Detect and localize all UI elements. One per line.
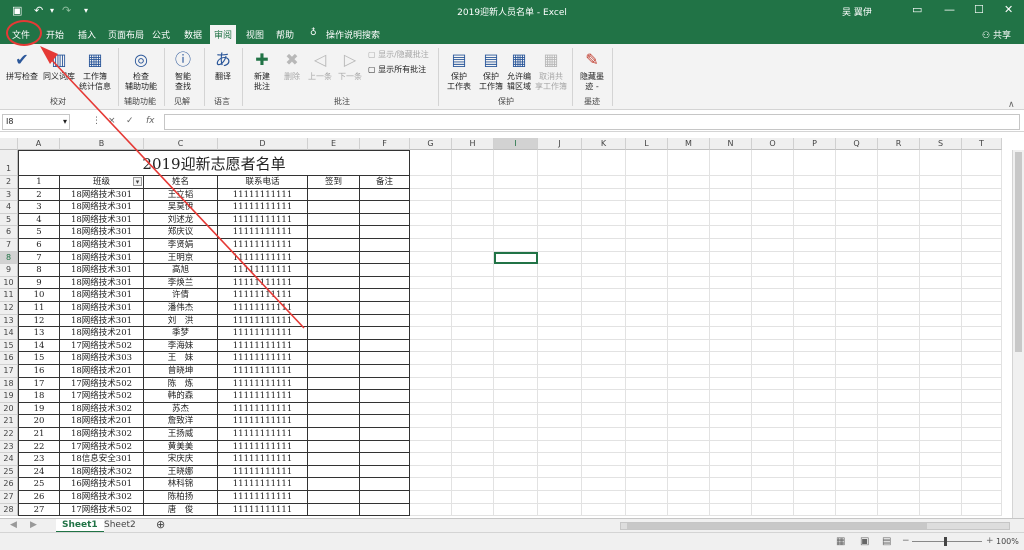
annotation-arrow [40, 46, 305, 329]
